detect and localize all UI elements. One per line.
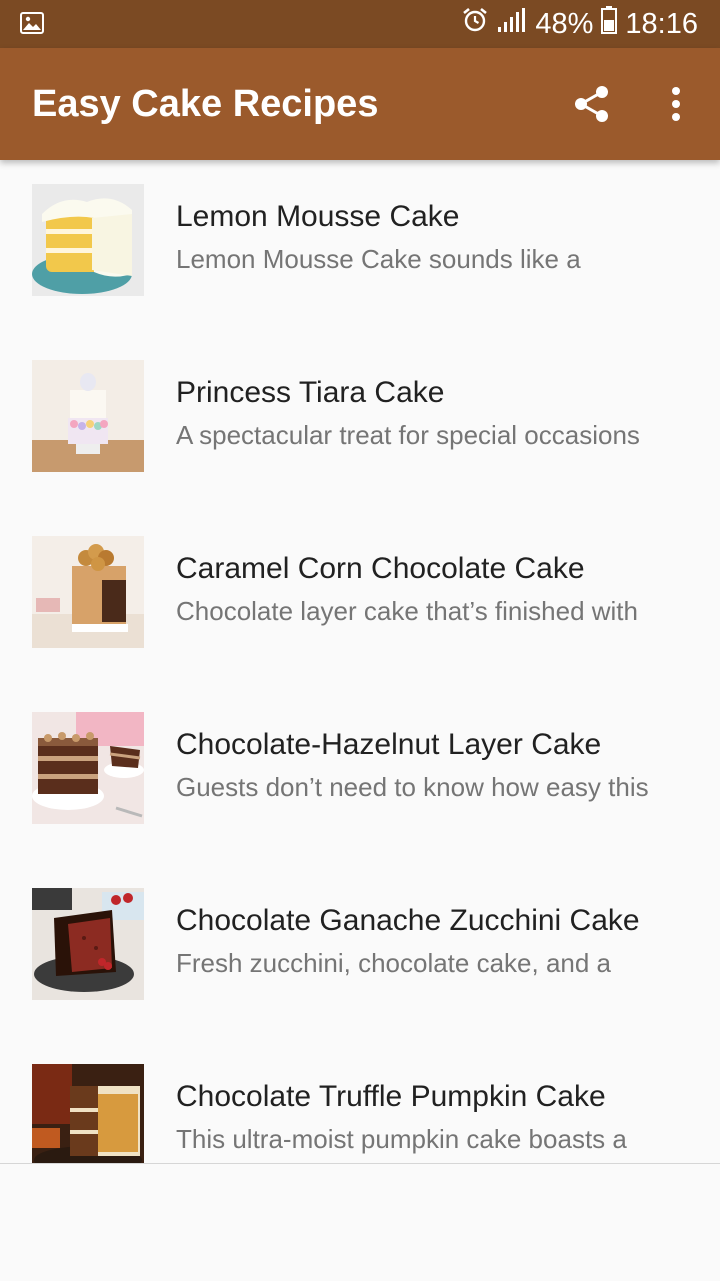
recipe-title: Lemon Mousse Cake [176,200,460,233]
recipe-description: This ultra-moist pumpkin cake boasts a [176,1124,627,1154]
app-title: Easy Cake Recipes [32,83,379,125]
share-icon [572,84,612,129]
recipe-title: Chocolate Truffle Pumpkin Cake [176,1080,606,1113]
recipe-thumbnail-lemon-mousse-cake [32,184,144,296]
alarm-icon [461,6,489,42]
recipe-list[interactable]: Lemon Mousse Cake Lemon Mousse Cake soun… [0,160,720,1163]
recipe-description: Lemon Mousse Cake sounds like a [176,244,581,274]
recipe-thumbnail-princess-tiara-cake [32,360,144,472]
status-bar: 48% 18:16 [0,0,720,48]
recipe-title: Chocolate-Hazelnut Layer Cake [176,728,602,761]
recipe-item-chocolate-truffle-pumpkin-cake[interactable]: Chocolate Truffle Pumpkin Cake This ultr… [0,1040,720,1163]
more-vert-icon [670,86,682,127]
recipe-item-chocolate-ganache-zucchini-cake[interactable]: Chocolate Ganache Zucchini Cake Fresh zu… [0,864,720,1040]
recipe-item-lemon-mousse-cake[interactable]: Lemon Mousse Cake Lemon Mousse Cake soun… [0,160,720,336]
battery-percent: 48% [535,7,594,40]
share-button[interactable] [566,80,618,132]
recipe-title: Caramel Corn Chocolate Cake [176,552,585,585]
battery-icon [601,6,618,42]
clock-time: 18:16 [625,7,698,40]
recipe-title: Princess Tiara Cake [176,376,445,409]
status-right: 48% 18:16 [461,0,698,48]
signal-icon [497,7,526,41]
recipe-thumbnail-caramel-corn-chocolate-cake [32,536,144,648]
recipe-description: Fresh zucchini, chocolate cake, and a [176,948,612,978]
bottom-area [0,1163,720,1281]
recipe-item-princess-tiara-cake[interactable]: Princess Tiara Cake A spectacular treat … [0,336,720,512]
gallery-notification-icon [20,12,44,34]
recipe-description: A spectacular treat for special occasion… [176,420,640,450]
recipe-item-chocolate-hazelnut-layer-cake[interactable]: Chocolate-Hazelnut Layer Cake Guests don… [0,688,720,864]
recipe-item-caramel-corn-chocolate-cake[interactable]: Caramel Corn Chocolate Cake Chocolate la… [0,512,720,688]
recipe-description: Guests don’t need to know how easy this [176,772,649,802]
more-options-button[interactable] [652,80,700,132]
recipe-thumbnail-chocolate-hazelnut-layer-cake [32,712,144,824]
recipe-title: Chocolate Ganache Zucchini Cake [176,904,640,937]
app-bar: Easy Cake Recipes [0,48,720,160]
recipe-description: Chocolate layer cake that’s finished wit… [176,596,638,626]
recipe-thumbnail-chocolate-truffle-pumpkin-cake [32,1064,144,1163]
recipe-thumbnail-chocolate-ganache-zucchini-cake [32,888,144,1000]
